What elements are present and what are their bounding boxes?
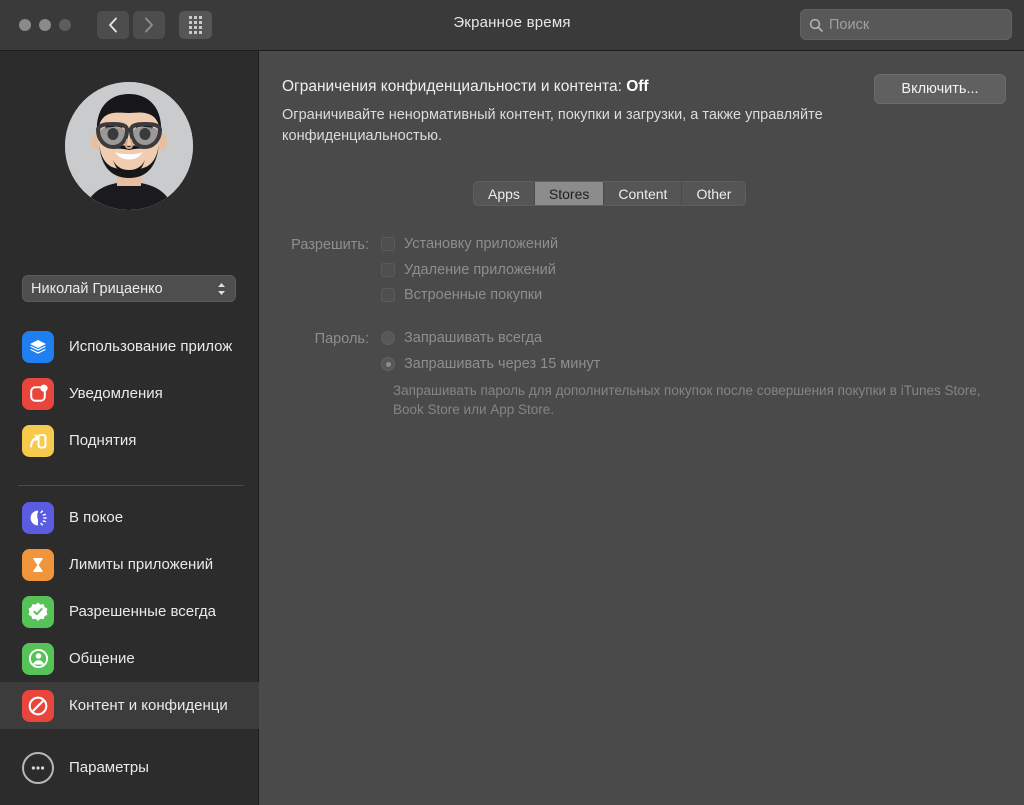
chevron-updown-icon: [218, 282, 225, 295]
communication-icon: [22, 642, 54, 675]
sidebar-item-app-limits[interactable]: Лимиты приложений: [0, 541, 259, 588]
content-pane: Ограничения конфиденциальности и контент…: [260, 51, 1024, 805]
search-icon: [809, 18, 823, 32]
checkbox-icon[interactable]: [381, 263, 395, 277]
allow-row-1: Разрешить: Установку приложений: [260, 236, 1024, 253]
status-badge: Off: [626, 78, 649, 95]
page-description: Ограничивайте ненормативный контент, пок…: [282, 107, 823, 144]
sidebar-item-always-allowed[interactable]: Разрешенные всегда: [0, 588, 259, 635]
close-button[interactable]: [19, 19, 31, 31]
app-usage-icon: [22, 330, 54, 363]
search-field[interactable]: Поиск: [800, 9, 1012, 40]
tab-stores[interactable]: Stores: [534, 182, 605, 205]
pickups-icon: [22, 424, 54, 457]
password-label: Пароль:: [314, 331, 369, 347]
sidebar-item-label: Контент и конфиденци: [69, 697, 228, 714]
allow-label: Разрешить:: [291, 237, 369, 253]
tab-other[interactable]: Other: [682, 182, 745, 205]
avatar[interactable]: [65, 82, 193, 210]
show-all-button[interactable]: [179, 11, 212, 39]
checkbox-icon[interactable]: [381, 237, 395, 251]
sidebar-item-app-usage[interactable]: Использование прилож: [0, 323, 259, 370]
minimize-button[interactable]: [39, 19, 51, 31]
radio-icon-selected[interactable]: [381, 357, 395, 371]
spacer-label: [260, 262, 381, 263]
allow-row-2: Удаление приложений: [260, 262, 1024, 278]
sidebar-item-label: Уведомления: [69, 385, 163, 402]
titlebar: Экранное время Поиск: [0, 0, 1024, 51]
search-placeholder: Поиск: [829, 16, 870, 33]
checkbox-label: Установку приложений: [404, 236, 559, 252]
grid-icon: [189, 16, 202, 34]
sidebar-item-label: Поднятия: [69, 432, 137, 449]
sidebar-item-label: Разрешенные всегда: [69, 603, 217, 620]
sidebar-item-options[interactable]: Параметры: [0, 744, 259, 791]
chevron-left-icon: [109, 17, 117, 33]
sidebar-nav-top: Использование прилож Уведомления Подняти…: [0, 323, 259, 464]
stores-settings-form: Разрешить: Установку приложений Удаление…: [260, 236, 1024, 419]
sidebar-item-label: Общение: [69, 650, 135, 667]
notifications-icon: [22, 377, 54, 410]
sidebar-item-notifications[interactable]: Уведомления: [0, 370, 259, 417]
sidebar-item-downtime[interactable]: В покое: [0, 494, 259, 541]
memoji-avatar-icon: [65, 82, 193, 210]
checkbox-icon[interactable]: [381, 288, 395, 302]
sidebar-nav-bottom: В покое Лимиты приложений Разрешенные вс…: [0, 494, 259, 729]
traffic-lights: [19, 19, 71, 31]
sidebar-item-label: Использование прилож: [69, 338, 233, 355]
page-title-prefix: Ограничения конфиденциальности и контент…: [282, 78, 627, 95]
sidebar-item-content-privacy[interactable]: Контент и конфиденци: [0, 682, 259, 729]
sidebar-divider: [18, 485, 244, 486]
spacer-label: [260, 287, 381, 288]
password-row-2: Запрашивать через 15 минут: [260, 356, 1024, 372]
downtime-icon: [22, 501, 54, 534]
radio-require-after-15-min[interactable]: Запрашивать через 15 минут: [381, 356, 600, 372]
sidebar-item-pickups[interactable]: Поднятия: [0, 417, 259, 464]
enable-button[interactable]: Включить...: [874, 74, 1006, 104]
content-header: Ограничения конфиденциальности и контент…: [282, 74, 1006, 147]
content-privacy-icon: [22, 689, 54, 722]
sidebar: Николай Грицаенко Использование прилож У…: [0, 51, 259, 805]
sidebar-item-communication[interactable]: Общение: [0, 635, 259, 682]
app-limits-icon: [22, 548, 54, 581]
radio-always-require[interactable]: Запрашивать всегда: [381, 330, 542, 346]
allow-row-3: Встроенные покупки: [260, 287, 1024, 303]
radio-label: Запрашивать всегда: [404, 330, 543, 346]
checkbox-label: Встроенные покупки: [404, 287, 543, 303]
screen-time-window: Экранное время Поиск Николай Грицаенко И…: [0, 0, 1024, 805]
checkbox-in-app-purchases[interactable]: Встроенные покупки: [381, 287, 542, 303]
radio-label: Запрашивать через 15 минут: [404, 356, 601, 372]
checkbox-delete-apps[interactable]: Удаление приложений: [381, 262, 556, 278]
password-note: Запрашивать пароль для дополнительных по…: [393, 383, 981, 417]
nav-buttons: [97, 11, 212, 39]
form-spacer: [260, 312, 1024, 330]
tab-apps[interactable]: Apps: [474, 182, 535, 205]
checkbox-label: Удаление приложений: [404, 262, 556, 278]
user-popup-button[interactable]: Николай Грицаенко: [22, 275, 236, 302]
tab-bar: Apps Stores Content Other: [473, 181, 747, 206]
user-name: Николай Грицаенко: [31, 280, 163, 297]
sidebar-item-label: В покое: [69, 509, 124, 526]
sidebar-item-label: Лимиты приложений: [69, 556, 214, 573]
chevron-right-icon: [145, 17, 153, 33]
checkbox-install-apps[interactable]: Установку приложений: [381, 236, 558, 252]
tab-content[interactable]: Content: [604, 182, 683, 205]
always-allowed-icon: [22, 595, 54, 628]
zoom-button[interactable]: [59, 19, 71, 31]
password-row-1: Пароль: Запрашивать всегда: [260, 330, 1024, 347]
forward-button[interactable]: [133, 11, 165, 39]
radio-icon[interactable]: [381, 331, 395, 345]
ellipsis-circle-icon: [22, 751, 54, 784]
sidebar-item-label: Параметры: [69, 759, 149, 776]
spacer-label: [260, 356, 381, 357]
back-button[interactable]: [97, 11, 129, 39]
